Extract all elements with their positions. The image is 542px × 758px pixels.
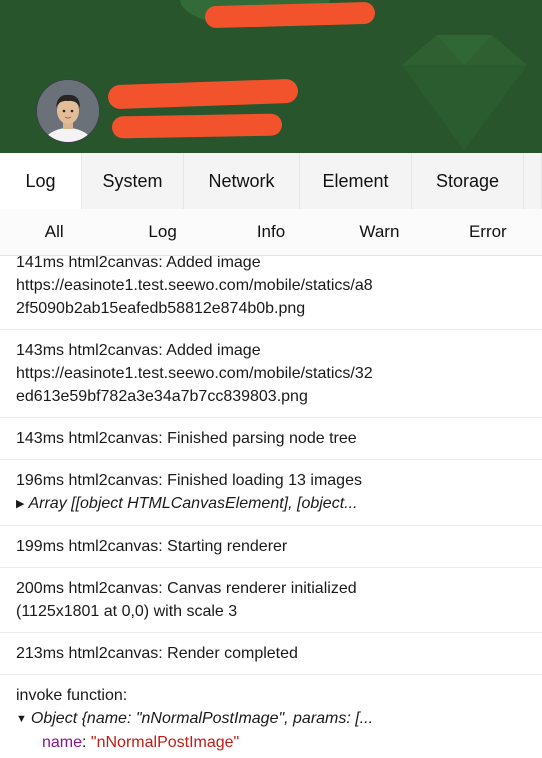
caret-down-icon[interactable]: ▼ <box>16 708 27 731</box>
object-property: name: "nNormalPostImage" <box>42 734 240 751</box>
log-text: ed613e59bf782a3e34a7b7cc839803.png <box>16 388 308 405</box>
filter-warn[interactable]: Warn <box>325 209 433 255</box>
tab-element[interactable]: Element <box>300 153 412 209</box>
host-page-header <box>0 0 542 153</box>
redacted-username <box>107 78 299 110</box>
log-text: 199ms html2canvas: Starting renderer <box>16 538 288 555</box>
object-preview: Array [[object HTMLCanvasElement], [obje… <box>28 495 358 512</box>
log-text: 213ms html2canvas: Render completed <box>16 645 298 662</box>
log-panel[interactable]: 141ms html2canvas: Added image https://e… <box>0 256 542 758</box>
tab-network[interactable]: Network <box>184 153 300 209</box>
log-text: 141ms html2canvas: Added image <box>16 256 261 271</box>
property-value: "nNormalPostImage" <box>90 734 240 751</box>
tab-overflow <box>524 153 542 209</box>
redacted-title <box>204 1 376 29</box>
object-preview: Object {name: "nNormalPostImage", params… <box>30 710 374 727</box>
log-filter-bar: All Log Info Warn Error <box>0 209 542 256</box>
expanded-object[interactable]: ▼ Object {name: "nNormalPostImage", param… <box>16 707 530 731</box>
property-key: name <box>42 734 83 751</box>
log-text: (1125x1801 at 0,0) with scale 3 <box>16 603 238 620</box>
log-text: https://easinote1.test.seewo.com/mobile/… <box>16 365 373 382</box>
filter-info[interactable]: Info <box>217 209 325 255</box>
filter-log[interactable]: Log <box>108 209 216 255</box>
user-avatar-icon[interactable] <box>36 79 100 143</box>
filter-error[interactable]: Error <box>434 209 542 255</box>
redacted-subtitle <box>111 113 283 139</box>
log-entry: 143ms html2canvas: Finished parsing node… <box>0 418 542 460</box>
object-property[interactable]: ▼params: Object <box>16 754 530 758</box>
tab-system[interactable]: System <box>82 153 184 209</box>
log-text: 143ms html2canvas: Added image <box>16 342 261 359</box>
console-tab-bar: Log System Network Element Storage <box>0 153 542 210</box>
filter-all[interactable]: All <box>0 209 108 255</box>
log-text: 143ms html2canvas: Finished parsing node… <box>16 430 357 447</box>
log-entry: 213ms html2canvas: Render completed <box>0 633 542 675</box>
log-entry: 143ms html2canvas: Added image https://e… <box>0 330 542 418</box>
log-list: 141ms html2canvas: Added image https://e… <box>0 256 542 758</box>
log-entry: 199ms html2canvas: Starting renderer <box>0 526 542 568</box>
vconsole-screen: Log System Network Element Storage All L… <box>0 0 542 758</box>
collapsed-object[interactable]: ▶ Array [[object HTMLCanvasElement], [obj… <box>16 492 530 516</box>
log-entry: 141ms html2canvas: Added image https://e… <box>0 256 542 330</box>
tab-storage[interactable]: Storage <box>412 153 524 209</box>
diamond-decoration-icon <box>402 35 527 150</box>
caret-right-icon[interactable]: ▶ <box>16 493 24 516</box>
tab-log[interactable]: Log <box>0 153 82 209</box>
log-text: https://easinote1.test.seewo.com/mobile/… <box>16 277 373 294</box>
log-entry: 196ms html2canvas: Finished loading 13 i… <box>0 460 542 526</box>
log-text: invoke function: <box>16 687 128 704</box>
log-entry: invoke function: ▼ Object {name: "nNormal… <box>0 675 542 758</box>
log-text: 200ms html2canvas: Canvas renderer initi… <box>16 580 357 597</box>
log-entry: 200ms html2canvas: Canvas renderer initi… <box>0 568 542 633</box>
log-text: 196ms html2canvas: Finished loading 13 i… <box>16 472 362 489</box>
log-text: 2f5090b2ab15eafedb58812e874b0b.png <box>16 300 306 317</box>
